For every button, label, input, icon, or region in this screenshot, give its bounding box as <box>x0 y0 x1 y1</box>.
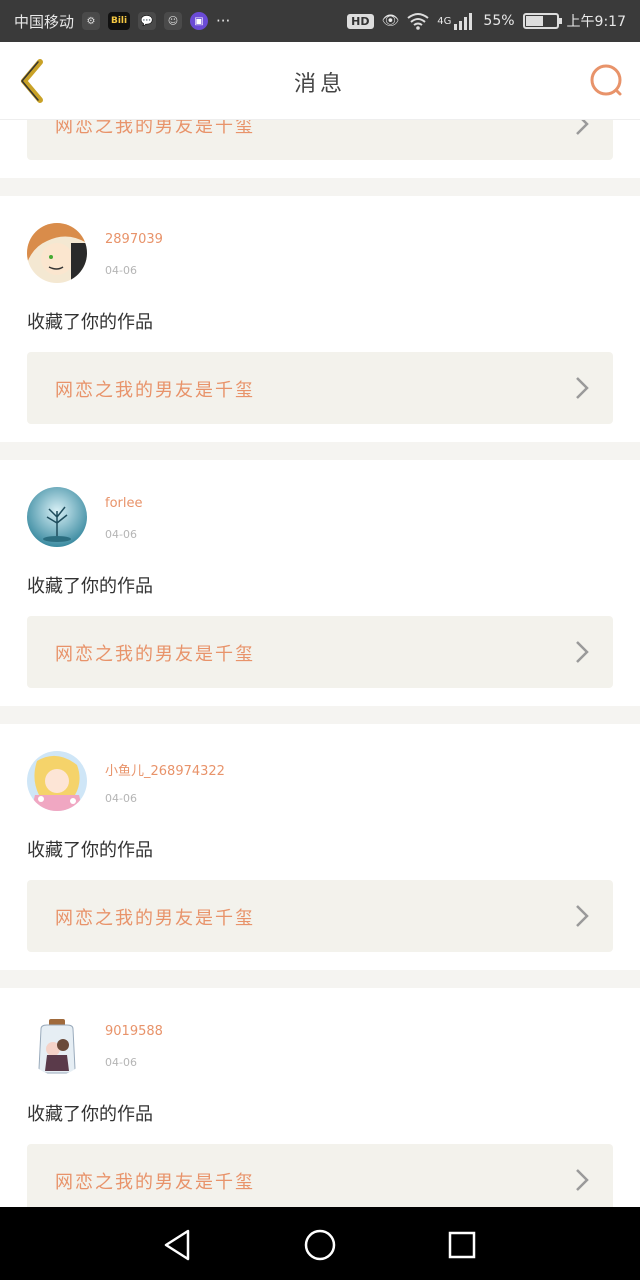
message-action: 收藏了你的作品 <box>27 312 153 333</box>
message-date: 04-06 <box>105 792 137 805</box>
chevron-right-icon <box>576 1169 589 1191</box>
header: 消息 <box>0 42 640 120</box>
work-card[interactable]: 网恋之我的男友是千玺 <box>27 880 613 952</box>
work-title: 网恋之我的男友是千玺 <box>55 1172 255 1193</box>
message-item[interactable]: forlee 04-06 收藏了你的作品 网恋之我的男友是千玺 <box>0 460 640 706</box>
work-card[interactable]: 网恋之我的男友是千玺 <box>27 616 613 688</box>
network-label: 4G <box>437 15 452 27</box>
settings-icon: ⚙ <box>82 12 101 30</box>
search-icon <box>590 64 622 96</box>
clock: 上午9:17 <box>566 14 626 30</box>
message-item[interactable]: 小鱼儿_268974322 04-06 收藏了你的作品 网恋之我的男友是千玺 <box>0 724 640 970</box>
chevron-right-icon <box>576 120 589 135</box>
username[interactable]: forlee <box>105 496 142 511</box>
work-title: 网恋之我的男友是千玺 <box>55 380 255 401</box>
divider <box>0 178 640 196</box>
navigation-bar <box>0 1207 640 1280</box>
wechat-icon: 💬 <box>138 12 157 30</box>
message-date: 04-06 <box>105 264 137 277</box>
eye-icon: 👁 <box>381 13 400 29</box>
battery-percent: 55% <box>483 13 515 29</box>
work-title: 网恋之我的男友是千玺 <box>55 644 255 665</box>
work-title: 网恋之我的男友是千玺 <box>55 908 255 929</box>
app-icon: ▣ <box>190 12 209 30</box>
signal-icon <box>454 13 473 30</box>
qq-icon: ☺ <box>164 12 183 30</box>
search-button[interactable] <box>586 62 626 102</box>
avatar[interactable] <box>27 223 87 283</box>
divider <box>0 706 640 724</box>
bilibili-icon: Bili <box>108 12 131 30</box>
page-title: 消息 <box>293 72 346 97</box>
more-icon: ··· <box>216 12 231 30</box>
chevron-right-icon <box>576 641 589 663</box>
battery-icon <box>522 13 562 29</box>
message-item[interactable]: 2897039 04-06 收藏了你的作品 网恋之我的男友是千玺 <box>0 196 640 442</box>
avatar[interactable] <box>27 751 87 811</box>
divider <box>0 442 640 460</box>
wifi-icon <box>407 13 429 30</box>
avatar[interactable] <box>27 1015 87 1075</box>
nav-home-icon[interactable] <box>300 1225 340 1265</box>
hd-icon: HD <box>347 13 374 29</box>
message-list[interactable]: 网恋之我的男友是千玺 2897039 04-06 收藏了你的作品 网恋之我的男友… <box>0 120 640 1207</box>
work-card[interactable]: 网恋之我的男友是千玺 <box>27 120 613 160</box>
work-card[interactable]: 网恋之我的男友是千玺 <box>27 352 613 424</box>
nav-recents-icon[interactable] <box>442 1225 482 1265</box>
message-item[interactable]: 9019588 04-06 收藏了你的作品 网恋之我的男友是千玺 <box>0 988 640 1207</box>
divider <box>0 970 640 988</box>
message-date: 04-06 <box>105 1056 137 1069</box>
message-action: 收藏了你的作品 <box>27 1104 153 1125</box>
username[interactable]: 2897039 <box>105 232 163 247</box>
work-title: 网恋之我的男友是千玺 <box>55 120 255 137</box>
carrier-label: 中国移动 <box>14 12 75 31</box>
chevron-right-icon <box>576 905 589 927</box>
chevron-right-icon <box>576 377 589 399</box>
work-card[interactable]: 网恋之我的男友是千玺 <box>27 1144 613 1207</box>
message-action: 收藏了你的作品 <box>27 576 153 597</box>
username[interactable]: 小鱼儿_268974322 <box>105 760 225 779</box>
message-date: 04-06 <box>105 528 137 541</box>
message-action: 收藏了你的作品 <box>27 840 153 861</box>
battery-fill <box>525 16 544 26</box>
avatar[interactable] <box>27 487 87 547</box>
username[interactable]: 9019588 <box>105 1024 163 1039</box>
nav-back-icon[interactable] <box>158 1225 198 1265</box>
status-bar: 中国移动 ⚙ Bili 💬 ☺ ▣ ··· HD 👁 4G 55% 上午9:17 <box>0 0 640 42</box>
